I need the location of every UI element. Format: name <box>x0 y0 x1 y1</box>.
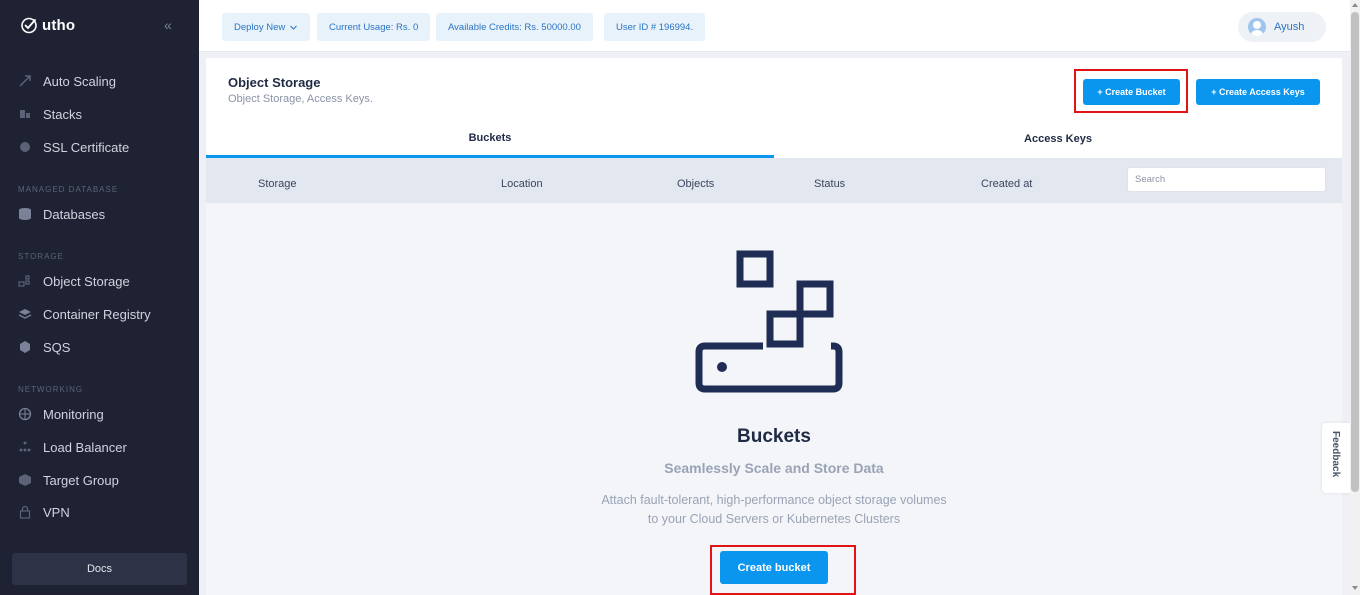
sidebar-item-label: Databases <box>43 206 106 222</box>
sidebar-item-label: SQS <box>43 339 71 355</box>
sidebar-item-monitoring[interactable]: Monitoring <box>18 403 104 425</box>
empty-state-subtitle: Seamlessly Scale and Store Data <box>664 460 884 476</box>
sidebar-item-ssl-certificate[interactable]: SSL Certificate <box>18 136 129 158</box>
feedback-tab[interactable]: Feedback <box>1322 423 1350 493</box>
scrollbar-thumb[interactable] <box>1351 12 1359 492</box>
current-usage-badge: Current Usage: Rs. 0 <box>317 13 431 41</box>
sidebar-item-label: Load Balancer <box>43 439 127 455</box>
target-group-icon <box>19 474 31 486</box>
avatar <box>1248 18 1266 36</box>
page-title: Object Storage <box>228 75 321 90</box>
column-header-storage[interactable]: Storage <box>258 178 297 190</box>
stacks-icon <box>20 110 30 118</box>
search-input[interactable]: Search <box>1127 167 1326 192</box>
sidebar-item-vpn[interactable]: VPN <box>18 501 70 523</box>
tab-access-keys[interactable]: Access Keys <box>774 120 1342 158</box>
collapse-sidebar-icon[interactable]: « <box>164 18 178 32</box>
empty-state: Buckets Seamlessly Scale and Store Data … <box>206 203 1342 595</box>
registry-icon <box>18 309 32 319</box>
queue-icon <box>20 341 30 353</box>
section-label-storage: STORAGE <box>18 252 64 261</box>
user-menu[interactable]: Ayush <box>1238 12 1326 42</box>
sidebar: utho « Auto Scaling Stacks SSL Certifica… <box>0 0 199 595</box>
sidebar-item-stacks[interactable]: Stacks <box>18 103 82 125</box>
lock-icon <box>19 505 31 519</box>
sidebar-item-label: VPN <box>43 504 70 520</box>
column-header-location[interactable]: Location <box>501 178 543 190</box>
brand-logo[interactable]: utho <box>20 16 75 34</box>
user-name: Ayush <box>1274 21 1305 33</box>
tabs: Buckets Access Keys <box>206 120 1342 158</box>
empty-state-title: Buckets <box>737 426 811 447</box>
tab-buckets[interactable]: Buckets <box>206 120 774 158</box>
chevron-down-icon <box>290 25 298 30</box>
section-label-networking: NETWORKING <box>18 385 84 394</box>
certificate-icon <box>20 142 30 152</box>
user-id-badge: User ID # 196994. <box>604 13 706 41</box>
sidebar-item-sqs[interactable]: SQS <box>18 336 70 358</box>
create-access-keys-button[interactable]: + Create Access Keys <box>1196 79 1320 105</box>
sidebar-item-object-storage[interactable]: Object Storage <box>18 270 130 292</box>
column-header-status[interactable]: Status <box>814 178 845 190</box>
sidebar-item-label: Stacks <box>43 106 83 122</box>
empty-state-description: Attach fault-tolerant, high-performance … <box>206 491 1342 529</box>
available-credits-badge: Available Credits: Rs. 50000.00 <box>436 13 593 41</box>
sidebar-item-databases[interactable]: Databases <box>18 203 105 225</box>
column-header-objects[interactable]: Objects <box>677 178 714 190</box>
sidebar-item-auto-scaling[interactable]: Auto Scaling <box>18 70 116 92</box>
sidebar-item-label: Container Registry <box>43 306 151 322</box>
sidebar-item-load-balancer[interactable]: Load Balancer <box>18 436 127 458</box>
load-balancer-icon <box>19 441 31 452</box>
brand-name: utho <box>42 16 76 34</box>
docs-button[interactable]: Docs <box>12 553 187 585</box>
sidebar-item-container-registry[interactable]: Container Registry <box>18 303 151 325</box>
deploy-new-dropdown[interactable]: Deploy New <box>222 13 311 41</box>
scroll-down-icon[interactable] <box>1352 586 1358 590</box>
database-icon <box>19 208 31 220</box>
empty-state-description-line: Attach fault-tolerant, high-performance … <box>601 493 947 507</box>
bucket-boxes-icon <box>695 250 843 393</box>
empty-state-description-line: to your Cloud Servers or Kubernetes Clus… <box>647 512 901 526</box>
globe-icon <box>18 407 32 421</box>
table-header: Storage Location Objects Status Created … <box>206 158 1342 203</box>
sidebar-item-target-group[interactable]: Target Group <box>18 469 119 491</box>
scrollbar[interactable] <box>1350 0 1360 595</box>
deploy-new-label: Deploy New <box>234 21 286 33</box>
sidebar-item-label: Target Group <box>43 472 119 488</box>
topbar: Deploy New Current Usage: Rs. 0 Availabl… <box>199 0 1360 52</box>
column-header-created-at[interactable]: Created at <box>981 178 1032 190</box>
page-subtitle: Object Storage, Access Keys. <box>228 93 373 105</box>
section-label-managed-database: MANAGED DATABASE <box>18 185 119 194</box>
feedback-label: Feedback <box>1330 431 1341 478</box>
sidebar-item-label: Monitoring <box>43 406 104 422</box>
sidebar-item-label: SSL Certificate <box>43 139 130 155</box>
scroll-up-icon[interactable] <box>1352 3 1358 7</box>
sidebar-item-label: Object Storage <box>43 273 130 289</box>
object-storage-icon <box>18 275 30 287</box>
highlight-box <box>1074 69 1188 113</box>
utho-logo-icon <box>21 17 37 34</box>
scaling-icon <box>19 75 31 87</box>
sidebar-item-label: Auto Scaling <box>43 73 116 89</box>
highlight-box <box>710 545 856 595</box>
